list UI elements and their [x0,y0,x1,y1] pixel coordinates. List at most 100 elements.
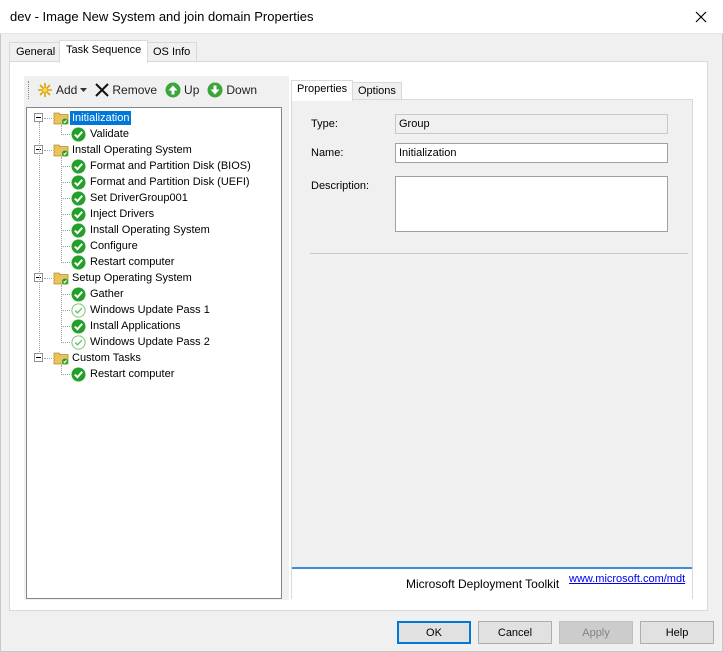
up-button[interactable]: Up [165,79,199,101]
tree-step-label: Windows Update Pass 2 [90,336,210,348]
tree-connector [61,342,70,343]
check-circle-icon [71,191,86,206]
tab-os-info[interactable]: OS Info [146,42,198,62]
tree-step-label: Configure [90,240,138,252]
description-input[interactable] [395,176,668,232]
check-circle-icon [71,367,86,382]
help-button[interactable]: Help [640,621,714,644]
tree-step-label: Set DriverGroup001 [90,192,188,204]
arrow-down-icon [207,82,223,98]
tree-connector [61,246,70,247]
tree-step[interactable]: Validate [71,126,131,142]
tree-step[interactable]: Windows Update Pass 1 [71,302,212,318]
check-circle-icon [71,207,86,222]
check-circle-icon [71,159,86,174]
type-field: Group [395,114,668,134]
apply-button[interactable]: Apply [559,621,633,644]
up-label: Up [184,83,200,97]
tree-connector [61,230,70,231]
name-label: Name: [311,147,344,159]
check-circle-icon [71,127,86,142]
check-circle-icon [71,223,86,238]
tree-step-label: Windows Update Pass 1 [90,304,210,316]
mdt-footer: Microsoft Deployment Toolkit www.microso… [292,567,692,599]
tree-connector [44,358,52,359]
tree-step[interactable]: Format and Partition Disk (UEFI) [71,174,252,190]
name-input[interactable] [395,143,668,163]
check-circle-icon [71,319,86,334]
tree-connector [61,374,70,375]
tree-group-label: Custom Tasks [72,352,141,364]
tree-group[interactable]: Custom Tasks [53,350,143,366]
tree-step-label: Format and Partition Disk (UEFI) [90,176,250,188]
tree-step[interactable]: Configure [71,238,140,254]
tab-options[interactable]: Options [352,82,402,100]
tree-connector [61,166,70,167]
add-button[interactable]: Add [37,79,88,101]
tree-connector [61,310,70,311]
tree-step[interactable]: Inject Drivers [71,206,156,222]
tree-step[interactable]: Install Operating System [71,222,212,238]
group-folder-icon [53,143,69,157]
tree-step-label: Inject Drivers [90,208,155,220]
close-button[interactable] [679,0,723,34]
check-circle-disabled-icon [71,334,86,350]
check-circle-icon [71,287,86,302]
tree-connector [61,326,70,327]
tree-step[interactable]: Set DriverGroup001 [71,190,190,206]
tree-step[interactable]: Windows Update Pass 2 [71,334,212,350]
tree-group[interactable]: Install Operating System [53,142,194,158]
cancel-button[interactable]: Cancel [478,621,552,644]
tree-connector [61,198,70,199]
tree-connector [61,134,70,135]
down-button[interactable]: Down [207,79,257,101]
tree-step[interactable]: Install Applications [71,318,183,334]
tree-connector [61,285,62,343]
tree-step[interactable]: Restart computer [71,254,176,270]
check-circle-icon [71,239,86,254]
ok-button[interactable]: OK [397,621,471,644]
group-folder-icon [53,351,69,365]
properties-panel: Type: Group Name: Description: Microsoft… [291,99,693,599]
arrow-up-icon [165,82,181,98]
down-label: Down [226,83,258,97]
tab-properties[interactable]: Properties [291,80,354,101]
mdt-link[interactable]: www.microsoft.com/mdt [569,573,685,585]
tree-group[interactable]: Setup Operating System [53,270,194,286]
add-sparkle-icon [38,83,52,97]
tree-step-label: Install Operating System [90,224,210,236]
tree-connector [61,262,70,263]
tree-connector [44,118,52,119]
description-label: Description: [311,180,370,192]
tree-connector [39,122,40,354]
remove-button[interactable]: Remove [95,79,157,101]
check-circle-disabled-icon [71,302,86,318]
tree-step-label: Gather [90,288,124,300]
tree-step[interactable]: Format and Partition Disk (BIOS) [71,158,253,174]
separator [310,253,688,254]
task-toolbar: Add Remove Up Down [24,76,289,104]
title-bar: dev - Image New System and join domain P… [0,0,723,34]
tree-step[interactable]: Restart computer [71,366,176,382]
group-folder-icon [53,111,69,125]
toolbar-grip[interactable] [28,81,31,99]
tree-connector [44,278,52,279]
remove-x-icon [95,83,110,97]
tree-connector [61,125,62,135]
tree-expander[interactable] [34,353,43,362]
tree-group[interactable]: Initialization [53,110,132,126]
group-folder-icon [53,271,69,285]
tree-step[interactable]: Gather [71,286,126,302]
task-sequence-tree[interactable]: Initialization Validate Install Operating … [26,107,282,599]
tree-connector [61,157,62,263]
type-label: Type: [311,118,338,130]
remove-label: Remove [112,83,158,97]
tree-step-label: Validate [90,128,129,140]
tree-connector [61,365,62,375]
tab-general[interactable]: General [9,42,63,62]
properties-pane: Properties Options Type: Group Name: Des… [291,76,695,600]
task-sequence-editor: Add Remove Up Down Initialization Valida… [24,76,289,600]
tree-expander[interactable] [34,113,43,122]
add-label: Add [56,83,78,97]
tab-task-sequence[interactable]: Task Sequence [59,40,149,63]
